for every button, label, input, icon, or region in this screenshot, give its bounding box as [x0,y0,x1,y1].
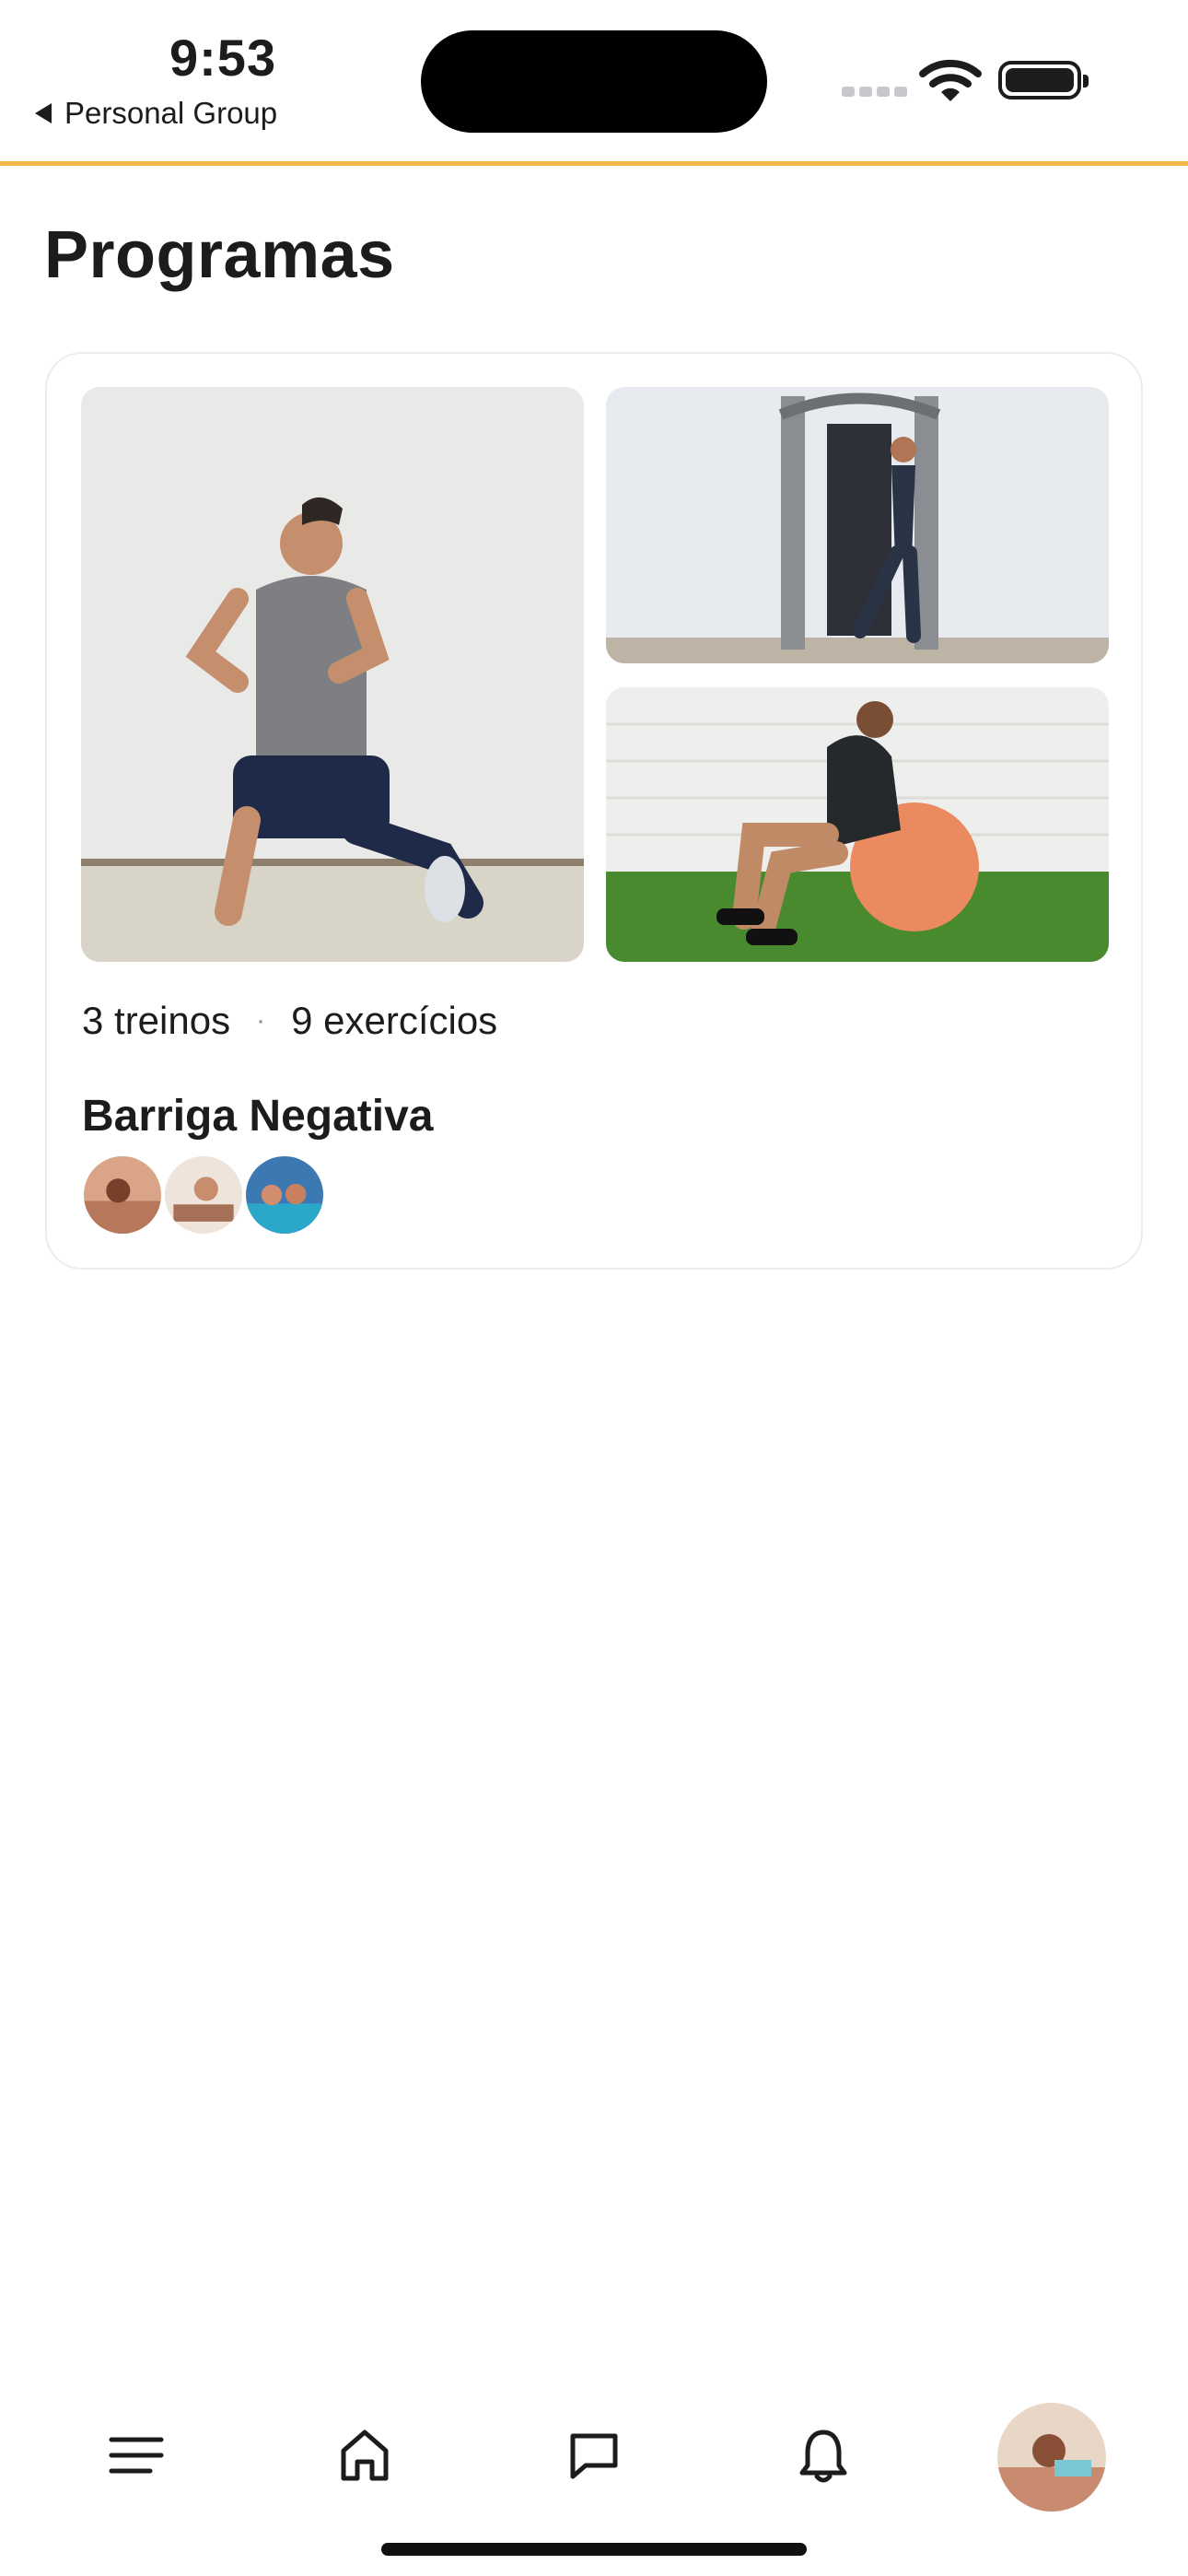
workouts-count: 3 treinos [82,999,231,1042]
header-accent-line [0,161,1188,166]
home-icon [341,2430,389,2481]
nav-menu-button[interactable] [86,2395,187,2515]
status-time: 9:53 [169,29,277,87]
stats-separator: · [256,1005,266,1036]
nav-notifications-button[interactable] [773,2395,874,2515]
cable-machine-exercise-photo [606,387,1109,663]
home-indicator[interactable] [381,2543,807,2556]
lunge-exercise-photo [81,387,584,962]
program-card[interactable]: 3 treinos · 9 exercícios Barriga Negativ… [45,352,1143,1270]
dynamic-island [421,30,767,133]
back-to-app-button[interactable]: Personal Group [35,96,277,131]
menu-icon [109,2437,164,2474]
stability-ball-exercise-photo [606,687,1109,962]
program-stats: 3 treinos · 9 exercícios [82,999,497,1043]
exercises-count: 9 exercícios [291,999,498,1042]
program-name: Barriga Negativa [82,1092,434,1141]
back-arrow-icon [35,103,52,123]
chat-icon [570,2433,618,2479]
nav-chat-button[interactable] [543,2395,645,2515]
member-avatar-3 [243,1153,326,1236]
back-app-label: Personal Group [64,96,278,130]
member-avatar-2 [162,1153,245,1236]
battery-icon [998,61,1089,100]
signal-icon [842,87,907,97]
member-avatar-1 [81,1153,164,1236]
member-avatars [81,1153,326,1236]
page-title: Programas [44,218,395,292]
status-bar: 9:53 Personal Group [0,0,1188,164]
wifi-icon [919,59,982,101]
bell-icon [799,2430,847,2483]
profile-avatar-button[interactable] [997,2403,1106,2512]
nav-home-button[interactable] [314,2395,415,2515]
